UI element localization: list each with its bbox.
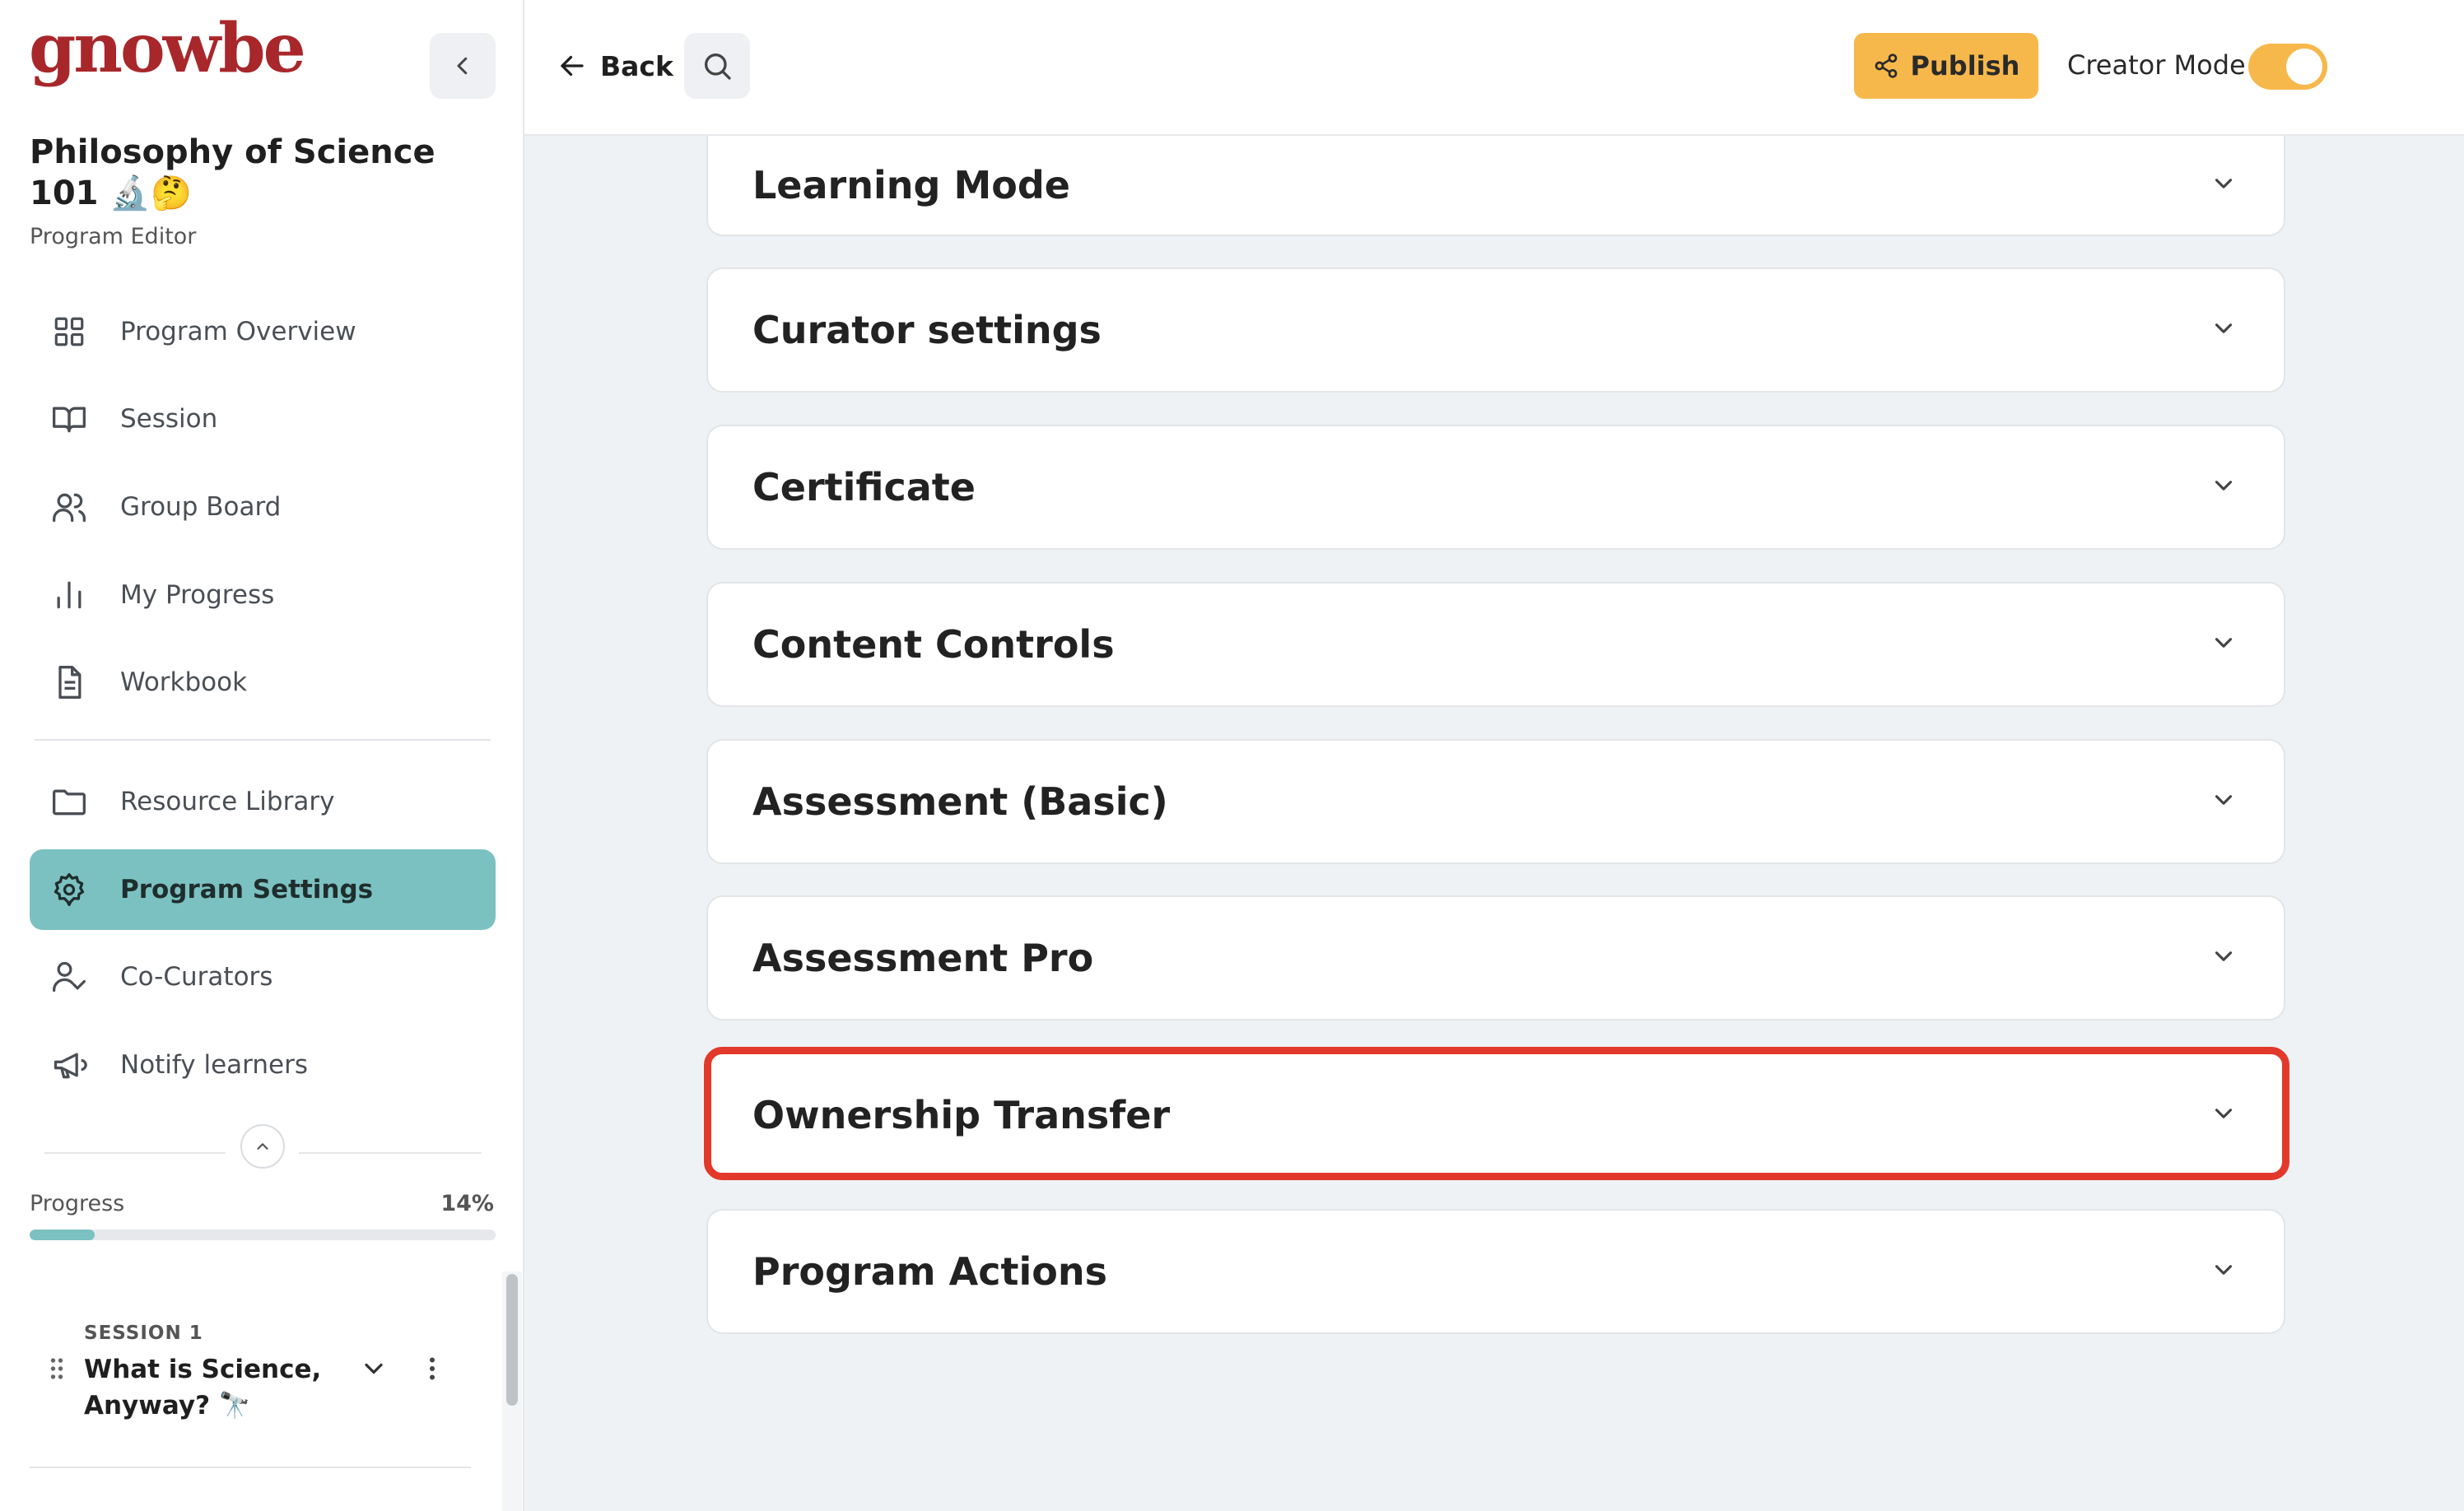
nav-label: Session [120, 404, 218, 434]
more-vertical-icon[interactable] [420, 1354, 445, 1387]
nav-label: Resource Library [120, 787, 335, 816]
accordion-ownership-transfer[interactable]: Ownership Transfer [706, 1053, 2285, 1178]
section-title: Program Actions [752, 1249, 1107, 1294]
accordion-content-controls[interactable]: Content Controls [706, 582, 2285, 707]
nav-item-resource-library[interactable]: Resource Library [30, 761, 496, 842]
chevron-left-icon [457, 57, 468, 75]
document-icon [51, 664, 87, 700]
section-title: Learning Mode [752, 163, 1070, 207]
search-button[interactable] [684, 33, 750, 99]
nav-label: Group Board [120, 492, 282, 522]
progress-label: Progress [30, 1191, 125, 1216]
section-title: Ownership Transfer [752, 1093, 1171, 1137]
accordion-certificate[interactable]: Certificate [706, 425, 2285, 550]
chevron-down-icon[interactable] [2210, 314, 2238, 346]
arrow-left-icon [561, 55, 584, 77]
section-title: Content Controls [752, 622, 1115, 667]
back-button[interactable]: Back [557, 40, 673, 92]
accordion-program-actions[interactable]: Program Actions [706, 1209, 2285, 1334]
creator-mode-label: Creator Mode [2067, 49, 2246, 81]
nav-label: Co-Curators [120, 962, 273, 992]
chevron-down-icon[interactable] [359, 1354, 389, 1387]
publish-button[interactable]: Publish [1854, 33, 2038, 99]
chevron-down-icon[interactable] [2210, 170, 2238, 201]
gear-icon [51, 872, 87, 908]
nav-item-session[interactable]: Session [30, 379, 496, 459]
progress-bar [30, 1230, 496, 1240]
back-label: Back [600, 49, 673, 82]
section-title: Assessment (Basic) [752, 779, 1168, 824]
nav-label: Program Settings [120, 875, 374, 904]
accordion-learning-mode[interactable]: Learning Mode [706, 136, 2285, 236]
session-title[interactable]: What is Science, Anyway? 🔭 [84, 1351, 331, 1424]
collapse-sidebar-button[interactable] [430, 33, 496, 99]
sidebar: gnowbe Philosophy of Science 101 🔬🤔 Prog… [0, 0, 524, 1511]
sidebar-divider [35, 739, 491, 741]
accordion-curator-settings[interactable]: Curator settings [706, 267, 2285, 393]
chevron-down-icon[interactable] [2210, 472, 2238, 503]
progress-percent: 14% [440, 1191, 494, 1216]
book-open-icon [51, 401, 87, 437]
nav-item-my-progress[interactable]: My Progress [30, 555, 496, 635]
collapse-divider-left [44, 1152, 226, 1154]
accordion-assessment-basic[interactable]: Assessment (Basic) [706, 739, 2285, 864]
nav-item-notify-learners[interactable]: Notify learners [30, 1025, 496, 1105]
section-title: Certificate [752, 465, 976, 509]
chevron-down-icon[interactable] [2210, 942, 2238, 974]
nav-label: Notify learners [120, 1050, 308, 1080]
nav-item-workbook[interactable]: Workbook [30, 642, 496, 723]
scrollbar-thumb[interactable] [506, 1274, 518, 1406]
creator-mode-toggle[interactable] [2248, 44, 2327, 90]
session-kicker: SESSION 1 [84, 1323, 203, 1344]
folder-icon [51, 783, 87, 820]
chevron-down-icon[interactable] [2210, 629, 2238, 660]
nav-item-program-overview[interactable]: Program Overview [30, 291, 496, 372]
section-title: Assessment Pro [752, 936, 1094, 980]
drag-handle-icon[interactable] [49, 1356, 64, 1384]
toggle-knob [2286, 49, 2322, 85]
top-bar: Back Publish Creator Mode [524, 0, 2464, 136]
collapse-nav-button[interactable] [240, 1124, 285, 1169]
chevron-down-icon[interactable] [2210, 1100, 2238, 1131]
nav-item-program-settings[interactable]: Program Settings [30, 849, 496, 930]
chevron-up-icon [257, 1143, 268, 1150]
search-icon [705, 53, 731, 80]
nav-item-co-curators[interactable]: Co-Curators [30, 937, 496, 1017]
section-title: Curator settings [752, 308, 1102, 352]
nav-item-group-board[interactable]: Group Board [30, 467, 496, 547]
program-subtitle: Program Editor [30, 224, 197, 249]
bar-chart-icon [51, 577, 87, 613]
collapse-divider-right [299, 1152, 482, 1154]
gnowbe-logo[interactable]: gnowbe [29, 15, 306, 82]
progress-bar-fill [30, 1230, 95, 1240]
session-divider [30, 1467, 471, 1468]
share-icon [1875, 53, 1897, 78]
chevron-down-icon[interactable] [2210, 786, 2238, 817]
nav-label: Program Overview [120, 317, 356, 346]
users-icon [51, 489, 87, 525]
grid-icon [51, 314, 87, 350]
nav-label: Workbook [120, 667, 248, 697]
megaphone-icon [51, 1047, 87, 1083]
nav-label: My Progress [120, 580, 275, 610]
program-title: Philosophy of Science 101 🔬🤔 [30, 133, 436, 212]
chevron-down-icon[interactable] [2210, 1256, 2238, 1287]
user-check-icon [51, 959, 87, 995]
publish-label: Publish [1910, 50, 2020, 81]
accordion-assessment-pro[interactable]: Assessment Pro [706, 895, 2285, 1021]
